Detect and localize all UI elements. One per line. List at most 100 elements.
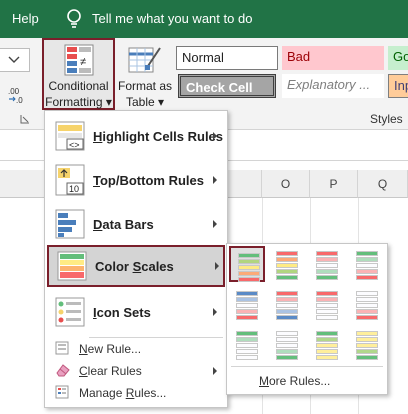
highlight-cells-rules-icon: <> [55,121,85,151]
style-explanatory[interactable]: Explanatory ... [282,74,384,98]
color-scale-option[interactable] [229,286,265,322]
column-header-o[interactable]: O [262,170,310,198]
swatch-band [316,343,338,348]
color-scale-option[interactable] [349,286,385,322]
swatch-band [356,355,378,360]
color-scale-option[interactable] [309,326,345,362]
menu-item-highlight-cells-rules[interactable]: <> Highlight Cells Rules [47,115,225,157]
format-as-table-label-1: Format as [118,79,173,93]
swatch-band [276,275,298,280]
color-scale-option[interactable] [229,246,265,282]
svg-text:<>: <> [69,140,80,150]
swatch-band [276,257,298,262]
color-scale-swatch-icon [276,251,298,280]
color-scale-option[interactable] [349,246,385,282]
menu-separator [89,337,223,338]
swatch-band [276,349,298,354]
swatch-band [316,257,338,262]
swatch-band [356,349,378,354]
swatch-band [356,291,378,296]
color-scale-option[interactable] [309,246,345,282]
swatch-band [316,251,338,256]
style-check-cell[interactable]: Check Cell [178,74,276,98]
swatch-band [356,269,378,274]
swatch-band [236,337,258,342]
color-scale-swatch-icon [276,291,298,320]
color-scale-option[interactable] [349,326,385,362]
swatch-band [316,263,338,268]
swatch-band [236,297,258,302]
menu-item-top-bottom-rules[interactable]: 10 Top/Bottom Rules [47,159,225,201]
swatch-band [356,315,378,320]
color-scale-option[interactable] [269,286,305,322]
style-good[interactable]: Go [388,46,408,70]
format-as-table-button[interactable]: Format as Table ▾ [118,40,172,110]
conditional-formatting-label-2: Formatting ▾ [45,95,112,109]
color-scale-swatch-icon [236,331,258,360]
menu-item-new-rule[interactable]: New Rule... [47,339,225,359]
swatch-band [316,303,338,308]
help-tab[interactable]: Help [12,11,39,26]
conditional-formatting-button[interactable]: ≠ Conditional Formatting ▾ [42,38,115,110]
swatch-band [236,291,258,296]
swatch-band [316,315,338,320]
swatch-band [276,263,298,268]
swatch-band [356,343,378,348]
color-scale-option[interactable] [229,326,265,362]
swatch-band [276,315,298,320]
submenu-arrow-icon [213,132,217,140]
color-scales-icon [57,251,87,281]
style-bad[interactable]: Bad [282,46,384,70]
lightbulb-icon [67,9,81,28]
menu-item-color-scales[interactable]: Color Scales [47,245,225,287]
style-input[interactable]: Inp [388,74,408,98]
decrease-decimal-icon[interactable]: .00 .0 [8,86,30,104]
swatch-band [238,259,260,264]
swatch-band [236,343,258,348]
swatch-band [238,253,260,258]
swatch-band [356,251,378,256]
swatch-band [356,309,378,314]
swatch-band [236,303,258,308]
manage-rules-icon [55,385,69,399]
number-format-dropdown[interactable] [0,48,30,72]
dialog-launcher-icon[interactable] [20,114,30,124]
tell-me-bar: Help Tell me what you want to do [0,0,408,38]
submenu-separator [231,366,383,367]
submenu-arrow-icon [215,262,219,270]
column-header-q[interactable]: Q [358,170,408,198]
color-scale-option[interactable] [309,286,345,322]
swatch-band [356,331,378,336]
conditional-formatting-icon: ≠ [64,44,94,76]
swatch-band [276,337,298,342]
menu-item-label: Color Scales [95,259,174,274]
column-header-p[interactable]: P [310,170,358,198]
format-as-table-label-2: Table ▾ [125,95,165,109]
menu-item-manage-rules[interactable]: Manage Rules... [47,383,225,403]
swatch-band [316,349,338,354]
swatch-band [316,297,338,302]
color-scale-option[interactable] [269,246,305,282]
eraser-icon [56,364,70,377]
color-scale-swatch-icon [276,331,298,360]
color-scales-submenu: More Rules... [226,243,388,395]
submenu-arrow-icon [213,176,217,184]
swatch-band [356,275,378,280]
tell-me-search[interactable]: Tell me what you want to do [92,11,252,26]
color-scale-option[interactable] [269,326,305,362]
menu-item-label: Clear Rules [79,364,142,378]
menu-item-data-bars[interactable]: Data Bars [47,203,225,245]
swatch-band [276,343,298,348]
svg-text:10: 10 [69,184,79,194]
svg-text:.0: .0 [16,96,23,104]
menu-item-icon-sets[interactable]: Icon Sets [47,291,225,333]
swatch-band [276,309,298,314]
more-rules-link[interactable]: More Rules... [259,374,330,388]
style-normal[interactable]: Normal [176,46,278,70]
color-scale-swatch-icon [356,291,378,320]
swatch-band [316,269,338,274]
swatch-band [356,297,378,302]
swatch-band [238,265,260,270]
menu-item-clear-rules[interactable]: Clear Rules [47,361,225,381]
menu-item-label: New Rule... [79,342,142,356]
